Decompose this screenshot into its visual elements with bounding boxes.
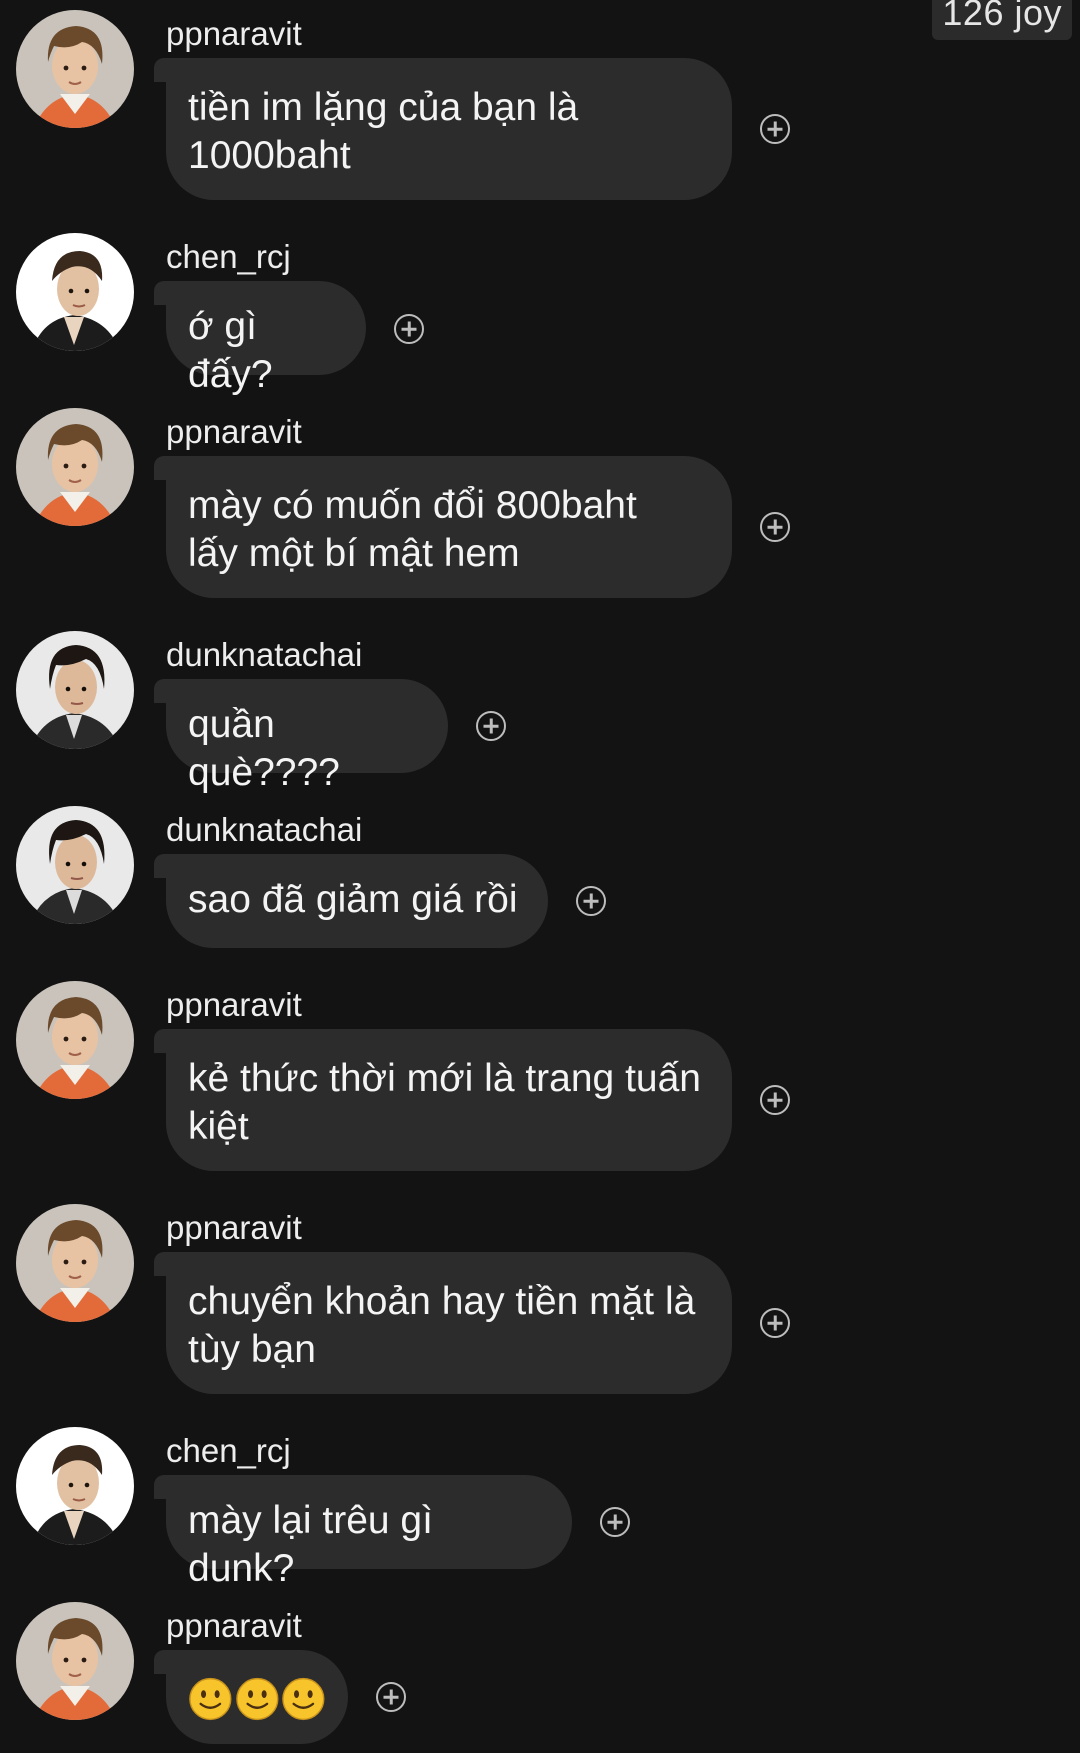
avatar[interactable]: [16, 408, 134, 526]
avatar[interactable]: [16, 1602, 134, 1720]
message-text: mày có muốn đổi 800baht lấy một bí mật h…: [188, 484, 637, 575]
avatar[interactable]: [16, 631, 134, 749]
message-bubble[interactable]: kẻ thức thời mới là trang tuấn kiệt: [154, 1029, 732, 1171]
bubble-tail: [154, 58, 178, 82]
bubble-tail: [154, 456, 178, 480]
username[interactable]: dunknatachai: [166, 810, 362, 850]
username[interactable]: ppnaravit: [166, 985, 302, 1025]
message-text: tiền im lặng của bạn là 1000baht: [188, 86, 579, 177]
message-bubble[interactable]: quần què????: [154, 679, 448, 794]
message-text: chuyển khoản hay tiền mặt là tùy bạn: [188, 1280, 696, 1371]
username[interactable]: chen_rcj: [166, 1431, 291, 1471]
bubble-tail: [154, 1650, 178, 1674]
message-bubble[interactable]: [154, 1650, 348, 1744]
add-reaction-icon[interactable]: [576, 886, 606, 916]
username[interactable]: ppnaravit: [166, 14, 302, 54]
add-reaction-icon[interactable]: [760, 1085, 790, 1115]
bubble-tail: [154, 281, 178, 305]
message-bubble[interactable]: mày lại trêu gì dunk?: [154, 1475, 572, 1590]
username[interactable]: ppnaravit: [166, 412, 302, 452]
username[interactable]: ppnaravit: [166, 1208, 302, 1248]
avatar[interactable]: [16, 1427, 134, 1545]
avatar[interactable]: [16, 1204, 134, 1322]
username[interactable]: dunknatachai: [166, 635, 362, 675]
message-bubble[interactable]: tiền im lặng của bạn là 1000baht: [154, 58, 732, 200]
slightly-smiling-face-icon: [235, 1677, 279, 1721]
bubble-tail: [154, 1252, 178, 1276]
message-bubble[interactable]: chuyển khoản hay tiền mặt là tùy bạn: [154, 1252, 732, 1394]
message-text: sao đã giảm giá rồi: [188, 878, 518, 921]
message-bubble[interactable]: mày có muốn đổi 800baht lấy một bí mật h…: [154, 456, 732, 598]
avatar[interactable]: [16, 233, 134, 351]
bubble-tail: [154, 1029, 178, 1053]
emoji-row: [188, 1672, 326, 1722]
add-reaction-icon[interactable]: [760, 512, 790, 542]
bubble-tail: [154, 679, 178, 703]
add-reaction-icon[interactable]: [760, 1308, 790, 1338]
message-text: quần què????: [188, 703, 340, 794]
message-text: ớ gì đấy?: [188, 305, 273, 396]
bubble-tail: [154, 1475, 178, 1499]
message-bubble[interactable]: sao đã giảm giá rồi: [154, 854, 548, 948]
message-text: mày lại trêu gì dunk?: [188, 1499, 444, 1590]
add-reaction-icon[interactable]: [376, 1682, 406, 1712]
reaction-count-badge: 126 joy: [932, 0, 1072, 40]
bubble-tail: [154, 854, 178, 878]
add-reaction-icon[interactable]: [394, 314, 424, 344]
username[interactable]: chen_rcj: [166, 237, 291, 277]
avatar[interactable]: [16, 806, 134, 924]
slightly-smiling-face-icon: [282, 1677, 325, 1721]
add-reaction-icon[interactable]: [760, 114, 790, 144]
chat-screen: 126 joy ppnaravit tiền im lặng của bạn l…: [0, 0, 1080, 1753]
avatar[interactable]: [16, 981, 134, 1099]
add-reaction-icon[interactable]: [600, 1507, 630, 1537]
message-bubble[interactable]: ớ gì đấy?: [154, 281, 366, 396]
add-reaction-icon[interactable]: [476, 711, 506, 741]
message-text: kẻ thức thời mới là trang tuấn kiệt: [188, 1057, 701, 1148]
slightly-smiling-face-icon: [189, 1677, 232, 1721]
username[interactable]: ppnaravit: [166, 1606, 302, 1646]
avatar[interactable]: [16, 10, 134, 128]
